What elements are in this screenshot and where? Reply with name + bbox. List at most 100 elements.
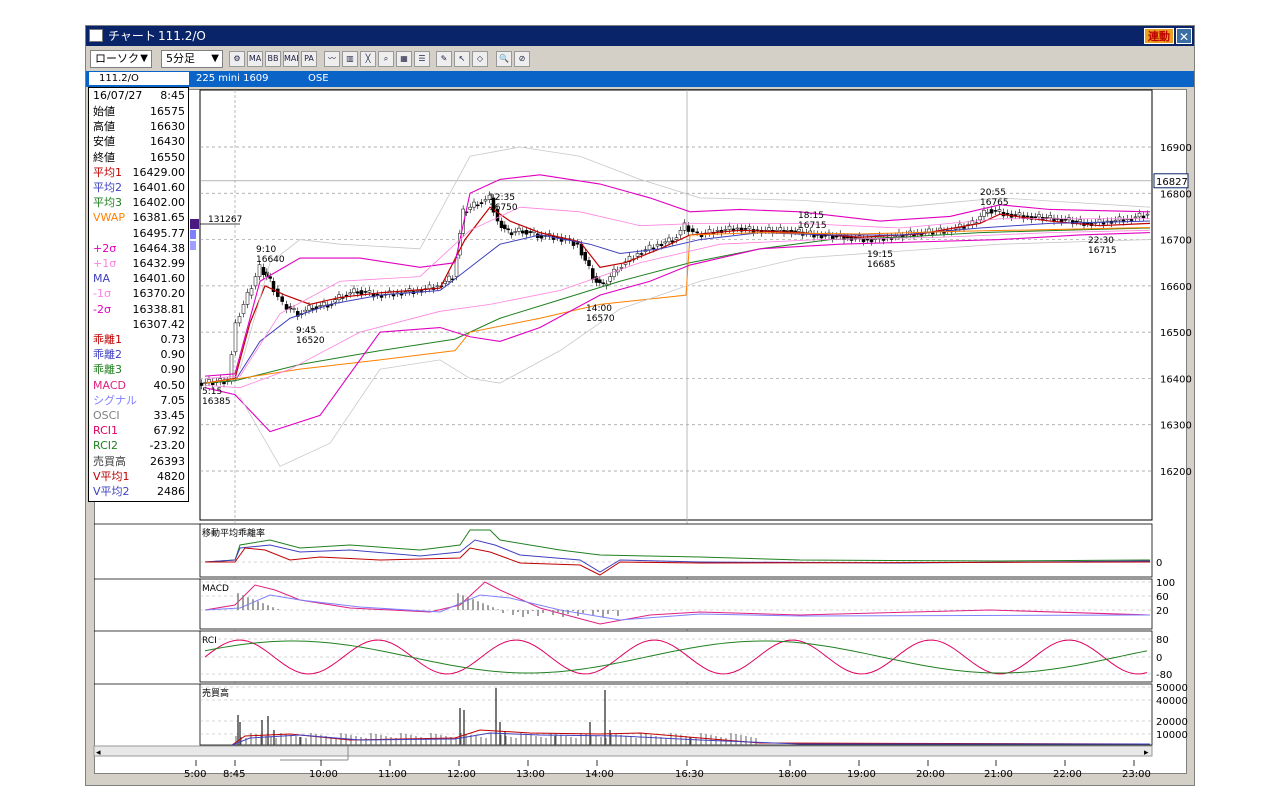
y-tick-label: 20 [1156, 606, 1169, 617]
price-annotation-price: 16750 [489, 203, 518, 213]
candle-body [284, 304, 289, 310]
candle-body [503, 224, 507, 230]
candle-body [608, 276, 612, 282]
data-row-value: 16464.38 [132, 241, 186, 255]
data-row: V平均1 4820 [93, 469, 187, 484]
sub-panel-title: 売買高 [202, 687, 229, 699]
candle-body [435, 285, 440, 288]
candle-body [513, 231, 517, 233]
candle-body [476, 204, 480, 207]
data-row: OSCI 33.45 [93, 408, 187, 423]
data-row-value: 16338.81 [132, 302, 186, 316]
candle-body [280, 296, 284, 302]
data-row-label: MACD [93, 378, 126, 392]
data-row: 16495.77 [93, 226, 187, 241]
data-row: RCI2 -23.20 [93, 438, 187, 453]
data-row: 始値 16575 [93, 104, 187, 119]
data-row-label: +1σ [93, 257, 117, 270]
y-tick-label: 10000 [1156, 730, 1188, 741]
candle-body [292, 308, 296, 310]
price-annotation-time: 18:15 [798, 211, 824, 221]
candle-body [691, 228, 695, 233]
candle-body [1145, 213, 1150, 216]
x-tick-label: 16:30 [675, 769, 704, 780]
candle-body [793, 230, 797, 233]
data-row-label: 安値 [93, 135, 115, 149]
candle-body [982, 209, 986, 217]
data-row-value: 16401.60 [132, 272, 186, 286]
candle-body [598, 279, 602, 284]
data-row-value: 16370.20 [132, 287, 186, 301]
y-tick-label: 16700 [1160, 236, 1192, 247]
data-row-label: シグナル [93, 393, 137, 407]
current-price-label: 16827 [1156, 177, 1188, 188]
x-tick-label: 20:00 [916, 769, 945, 780]
candle-body [268, 276, 272, 279]
candle-body [834, 235, 839, 238]
x-tick-label: 5:00 [184, 769, 206, 780]
candle-body [778, 227, 782, 231]
data-row-label: MA [93, 272, 111, 286]
chart-canvas[interactable]: 16900 16800 16700 16600 16500 16400 16300 16200… [0, 0, 1280, 811]
candle-body [663, 241, 667, 244]
candle-body [359, 290, 364, 295]
data-row-label: 終値 [93, 150, 115, 164]
x-tick-label: 22:00 [1053, 769, 1082, 780]
data-row: 終値 16550 [93, 150, 187, 165]
candle-body [311, 308, 315, 310]
data-row-value: 0.90 [160, 363, 186, 377]
candle-body [479, 202, 484, 205]
data-row-value: 16432.99 [132, 257, 186, 270]
cursor-value-label: 131267 [208, 215, 242, 225]
candle-body [318, 305, 322, 307]
candle-body [1063, 219, 1067, 221]
candle-body [356, 291, 360, 294]
candle-body [499, 220, 504, 228]
price-annotation-time: 20:55 [980, 188, 1006, 198]
candle-body [1078, 219, 1082, 222]
candle-body [322, 301, 326, 306]
price-annotation-time: 14:00 [586, 304, 612, 314]
candle-body [468, 206, 472, 210]
price-annotation-time: 22:30 [1088, 236, 1114, 246]
x-tick-label: 12:00 [447, 769, 476, 780]
data-row-label: 平均1 [93, 165, 122, 179]
data-row-value: 67.92 [153, 424, 186, 438]
candle-body [865, 238, 870, 241]
candle-body [352, 288, 356, 294]
data-row-value: -23.20 [149, 439, 185, 453]
data-row: 高値 16630 [93, 119, 187, 134]
candle-body [659, 243, 664, 247]
candle-body [241, 304, 246, 314]
candle-body [1005, 212, 1010, 215]
candle-body [245, 292, 250, 305]
data-row-value: 0.73 [160, 333, 186, 346]
data-row: +2σ 16464.38 [93, 241, 187, 256]
data-row-label: 平均3 [93, 196, 122, 210]
data-row-value: 16402.00 [132, 196, 186, 210]
candle-body [1133, 216, 1138, 219]
candle-body [678, 230, 683, 236]
x-tick-label: 10:00 [309, 769, 338, 780]
y-tick-label: 16800 [1160, 189, 1192, 200]
marker [190, 241, 196, 250]
candle-body [367, 290, 372, 293]
candle-body [1013, 214, 1018, 216]
candle-body [521, 230, 525, 234]
data-row-label: 始値 [93, 105, 115, 118]
data-row-value: 16630 [150, 120, 185, 134]
y-tick-label: 100 [1156, 578, 1175, 589]
data-row: MACD 40.50 [93, 378, 187, 393]
main-plot-frame [199, 89, 1153, 521]
y-tick-label: 16900 [1160, 143, 1192, 154]
candle-body [823, 234, 827, 237]
data-row: 16307.42 [93, 317, 187, 332]
candle-body [261, 267, 266, 275]
price-annotation-price: 16715 [798, 221, 827, 231]
price-annotation-price: 16520 [296, 336, 325, 346]
candle-body [524, 230, 529, 235]
price-annotation-time: 9:45 [296, 326, 316, 336]
x-tick-label: 14:00 [585, 769, 614, 780]
y-tick-label: 16600 [1160, 282, 1192, 293]
data-row-label: VWAP [93, 211, 125, 225]
